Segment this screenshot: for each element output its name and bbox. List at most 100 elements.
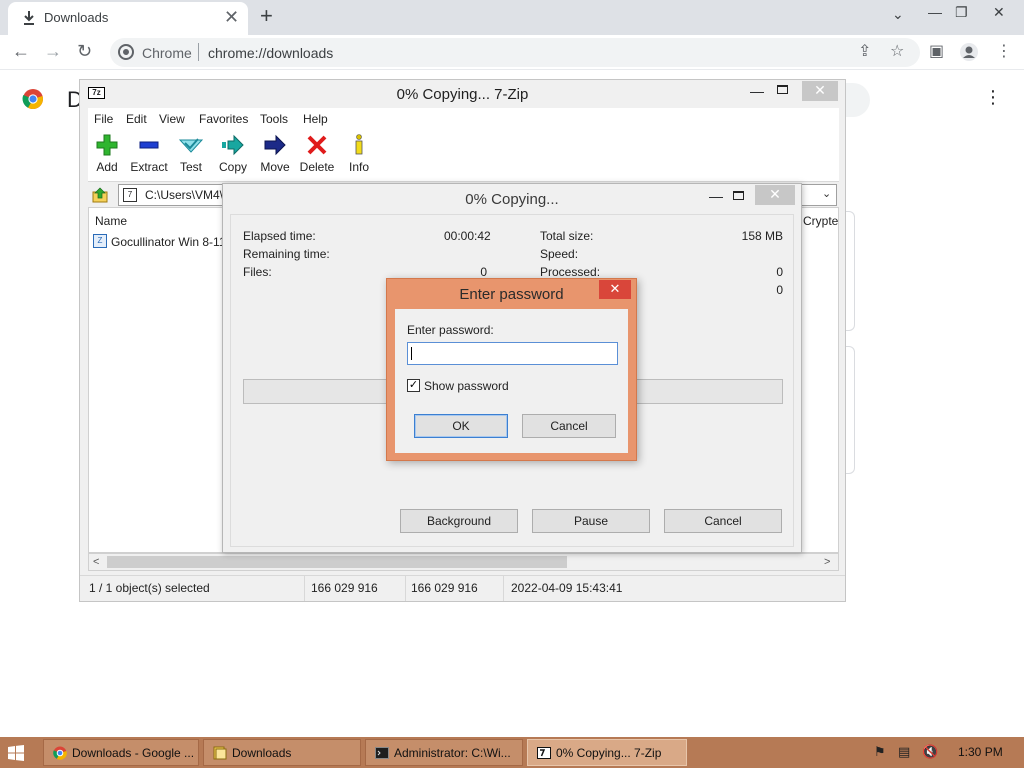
minimize-icon[interactable]: — [750, 83, 764, 99]
taskbar-label: Downloads [232, 746, 292, 760]
add-button[interactable]: Add [85, 134, 129, 180]
taskbar-label: Downloads - Google ... [72, 746, 195, 760]
taskbar-label: Administrator: C:\Wi... [394, 746, 511, 760]
taskbar-item-explorer[interactable]: Downloads [203, 739, 361, 766]
path-text: C:\Users\VM4\ [145, 188, 224, 202]
column-header-name[interactable]: Name [95, 214, 127, 228]
download-card-edge [845, 211, 855, 331]
close-icon[interactable]: ✕ [755, 185, 795, 205]
delete-icon [307, 135, 327, 155]
browser-tab-downloads[interactable]: Downloads ✕ [8, 2, 248, 35]
show-password-checkbox[interactable]: ✓ [407, 379, 420, 392]
side-panel-icon[interactable]: ▣ [929, 43, 944, 61]
restore-icon[interactable]: ❐ [955, 4, 968, 21]
status-bar: 1 / 1 object(s) selected 166 029 916 166… [80, 575, 845, 601]
horizontal-scrollbar[interactable]: < > [88, 553, 839, 571]
maximize-icon[interactable] [777, 85, 788, 94]
taskbar-label: 0% Copying... 7-Zip [556, 746, 662, 760]
file-name: Gocullinator Win 8-11 [111, 235, 226, 249]
move-icon [264, 134, 286, 156]
scroll-left-icon[interactable]: < [93, 556, 99, 568]
copy-button[interactable]: Copy [211, 134, 255, 180]
sevenzip-titlebar[interactable]: 7z 0% Copying... 7-Zip — ✕ [80, 80, 845, 107]
cancel-button[interactable]: Cancel [664, 509, 782, 533]
extract-button[interactable]: Extract [127, 134, 171, 180]
downloads-more-icon[interactable]: ⋮ [984, 87, 1002, 108]
maximize-icon[interactable] [733, 191, 744, 200]
menu-favorites[interactable]: Favorites [199, 112, 248, 126]
pause-button[interactable]: Pause [532, 509, 650, 533]
test-button[interactable]: Test [169, 134, 213, 180]
windows-start-icon[interactable] [8, 745, 24, 761]
volume-muted-icon[interactable]: 🔇 [922, 745, 938, 759]
taskbar-item-7zip[interactable]: 0% Copying... 7-Zip [527, 739, 687, 766]
back-icon[interactable]: ← [12, 41, 30, 61]
archive-file-icon: Z [93, 234, 107, 248]
menu-edit[interactable]: Edit [126, 112, 147, 126]
network-icon[interactable]: ▤ [898, 745, 910, 759]
address-bar[interactable]: Chrome chrome://downloads [110, 38, 920, 67]
menu-view[interactable]: View [159, 112, 185, 126]
cancel-button[interactable]: Cancel [522, 414, 616, 438]
tab-search-icon[interactable]: ⌄ [892, 6, 904, 23]
taskbar-item-chrome[interactable]: Downloads - Google ... [43, 739, 199, 766]
password-dialog-body: Enter password: ✓ Show password OK Cance… [395, 309, 628, 453]
taskbar-item-cmd[interactable]: Administrator: C:\Wi... [365, 739, 523, 766]
profile-avatar-icon[interactable] [959, 42, 979, 62]
scrollbar-thumb[interactable] [107, 556, 567, 568]
text-caret [411, 347, 412, 360]
password-input[interactable] [407, 342, 618, 365]
ok-button[interactable]: OK [414, 414, 508, 438]
move-button[interactable]: Move [253, 134, 297, 180]
browser-menu-icon[interactable]: ⋮ [996, 43, 1012, 61]
chevron-down-icon[interactable]: ⌄ [822, 187, 831, 200]
download-card-edge [845, 346, 855, 474]
move-label: Move [260, 160, 290, 174]
menu-tools[interactable]: Tools [260, 112, 288, 126]
total-size-value: 158 MB [741, 229, 783, 243]
status-divider [405, 576, 406, 601]
packed-value: 0 [776, 283, 783, 297]
info-button[interactable]: Info [337, 134, 381, 180]
forward-icon[interactable]: → [44, 41, 62, 61]
taskbar: Downloads - Google ... Downloads Adminis… [0, 737, 1024, 768]
menu-file[interactable]: File [94, 112, 113, 126]
status-divider [503, 576, 504, 601]
bookmark-star-icon[interactable]: ☆ [890, 43, 904, 61]
enter-password-dialog: Enter password ✕ Enter password: ✓ Show … [386, 278, 637, 461]
menu-bar: File Edit View Favorites Tools Help [88, 108, 839, 130]
close-icon[interactable]: ✕ [993, 4, 1005, 21]
files-label: Files: [243, 265, 272, 279]
show-password-label[interactable]: Show password [424, 379, 509, 393]
delete-button[interactable]: Delete [295, 134, 339, 180]
close-icon[interactable]: ✕ [802, 81, 838, 101]
close-icon[interactable]: ✕ [599, 280, 631, 299]
elapsed-time-value: 00:00:42 [444, 229, 491, 243]
url-text[interactable]: chrome://downloads [208, 45, 333, 61]
scroll-right-icon[interactable]: > [824, 556, 830, 568]
cmd-icon [375, 747, 389, 759]
background-button[interactable]: Background [400, 509, 518, 533]
extract-label: Extract [130, 160, 168, 174]
tab-close-icon[interactable]: ✕ [224, 8, 239, 26]
clock[interactable]: 1:30 PM [958, 745, 1003, 759]
browser-toolbar: ← → ↻ Chrome chrome://downloads ⇪ ☆ ▣ ⋮ [0, 35, 1024, 70]
chrome-site-icon [118, 44, 134, 60]
status-modified: 2022-04-09 15:43:41 [511, 581, 623, 595]
extract-icon [139, 141, 159, 149]
sevenzip-title: 0% Copying... 7-Zip [396, 86, 529, 103]
download-icon [24, 11, 34, 25]
up-folder-icon[interactable] [92, 187, 108, 203]
minimize-icon[interactable]: — [709, 188, 723, 204]
column-header-crypted[interactable]: Crypte [803, 214, 838, 228]
minimize-icon[interactable]: — [928, 4, 942, 20]
reload-icon[interactable]: ↻ [77, 41, 92, 61]
folder-icon [213, 746, 227, 760]
share-icon[interactable]: ⇪ [858, 43, 871, 61]
flag-icon[interactable]: ⚑ [874, 745, 886, 759]
menu-help[interactable]: Help [303, 112, 328, 126]
elapsed-time-label: Elapsed time: [243, 229, 316, 243]
new-tab-icon[interactable]: + [260, 4, 273, 28]
delete-label: Delete [299, 160, 335, 174]
password-label: Enter password: [407, 323, 494, 337]
